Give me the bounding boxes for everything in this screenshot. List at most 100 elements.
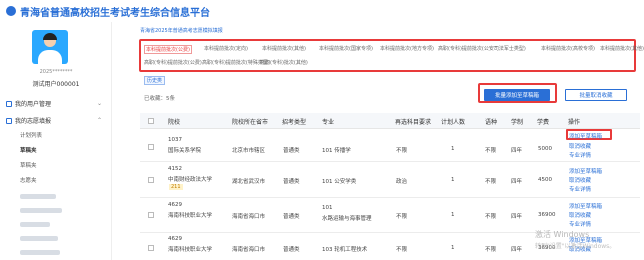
subject-require: 不限 [396,214,408,220]
major-detail-link[interactable]: 专业详情 [569,220,591,228]
major: 103 轮机工程技术 [322,247,368,253]
major: 101 公安学类 [322,179,357,185]
filter-batch-6[interactable]: 高职(专科)提前批次(公安司法军士类型) [438,45,526,52]
row-checkbox[interactable] [148,245,154,251]
add-to-drafts-link[interactable]: 添加至草稿箱 [569,167,602,175]
school-name[interactable]: 海南科技职业大学 [168,211,212,219]
school-location: 北京市市辖区 [232,148,266,154]
col-require: 再选科目要求 [395,119,432,126]
school-code: 1037 [168,137,182,143]
school-location: 海南省海口市 [232,247,266,253]
sidebar-item-blurred[interactable] [20,208,62,213]
fee: 36900 [538,212,556,218]
sidebar-item-blurred[interactable] [20,194,56,199]
subject-require: 不限 [396,148,408,154]
filter-batch-2[interactable]: 本科提前批次(定向) [204,45,248,52]
col-school: 院校 [168,119,181,126]
col-years: 学制 [511,119,524,126]
chevron-up-icon: ⌃ [96,117,102,124]
plan-count: 1 [451,177,455,183]
app-header: 青海省普通高校招生考试考生综合信息平台 [0,0,644,22]
sidebar-item-drafts-2[interactable]: 草稿夹 [20,161,37,169]
school-code: 4629 [168,202,182,208]
filter-batch-7[interactable]: 本科提前批次(高校专项) [541,45,595,52]
nav-my-volunteer[interactable]: 我的志愿填报 ⌃ [6,116,106,125]
nav-my-user[interactable]: 我的用户管理 ⌄ [6,99,106,108]
col-lang: 语种 [485,119,498,126]
school-location: 海南省海口市 [232,214,266,220]
windows-watermark-sub: 转到"设置"以激活Windows。 [535,243,616,250]
enroll-type: 普通类 [283,247,300,253]
filter-batch-5[interactable]: 本科提前批次(地方专项) [380,45,434,52]
major: 101 传播学 [322,148,351,154]
filter-batch-4[interactable]: 本科提前批次(国家专项) [319,45,373,52]
sidebar-item-blurred[interactable] [20,250,60,255]
table-header: 院校 院校所在省市 招考类型 专业 再选科目要求 计划人数 语种 学制 学费 操… [140,113,640,129]
col-fee: 学费 [537,119,550,126]
batch-filter-panel [139,39,636,72]
filter-batch-9[interactable]: 高职(专科)提前批次(公费) [144,59,202,66]
subject-require: 不限 [396,247,408,253]
school-name[interactable]: 国际关系学院 [168,146,201,154]
badge-211: 211 [169,184,183,190]
major-code: 101 [322,205,333,211]
years: 四年 [511,214,523,220]
user-name: 测试用户000001 [32,81,80,88]
tab-history[interactable]: 历史类 [144,76,166,85]
enroll-type: 普通类 [283,179,300,185]
sidebar-item-blurred[interactable] [20,222,50,227]
chevron-down-icon: ⌄ [96,100,102,107]
user-id: 2025******** [39,69,73,75]
school-location: 湖北省武汉市 [232,179,266,185]
add-to-drafts-link[interactable]: 添加至草稿箱 [569,202,602,210]
sidebar-item-drafts[interactable]: 草稿夹 [20,146,37,154]
school-code: 4152 [168,166,182,172]
sidebar-item-blurred[interactable] [20,236,58,241]
enroll-type: 普通类 [283,148,300,154]
language: 不限 [485,179,497,185]
cancel-favorite-link[interactable]: 取消收藏 [569,211,591,219]
major-detail-link[interactable]: 专业详情 [569,185,591,193]
app-title: 青海省普通高校招生考试考生综合信息平台 [20,7,210,19]
batch-add-to-drafts-button[interactable]: 批量添加至草稿箱 [484,89,550,101]
select-all-checkbox[interactable] [148,118,154,124]
major-detail-link[interactable]: 专业详情 [569,151,591,159]
batch-cancel-favorite-button[interactable]: 批量取消收藏 [565,89,627,101]
school-code: 4629 [168,236,182,242]
school-name[interactable]: 海南科技职业大学 [168,245,212,253]
avatar [32,30,68,64]
language: 不限 [485,148,497,154]
user-icon [6,100,12,107]
sidebar: 2025******** 测试用户000001 我的用户管理 ⌄ 我的志愿填报 … [0,22,112,260]
years: 四年 [511,179,523,185]
fee: 4500 [538,177,552,183]
filter-batch-1[interactable]: 本科提前批次(公费) [144,45,192,54]
row-checkbox[interactable] [148,212,154,218]
sidebar-item-favorites[interactable]: 志愿夹 [20,176,37,184]
col-type: 招考类型 [282,119,307,126]
years: 四年 [511,247,523,253]
fee: 5000 [538,146,552,152]
row-checkbox[interactable] [148,144,154,150]
school-name[interactable]: 中南财经政法大学 [168,175,212,183]
col-location: 院校所在省市 [232,119,269,126]
add-to-drafts-link[interactable]: 添加至草稿箱 [569,132,602,140]
filter-batch-11[interactable]: 高职(专科)批次(其他) [260,59,308,66]
col-major: 专业 [322,119,335,126]
years: 四年 [511,148,523,154]
plan-count: 1 [451,146,455,152]
filter-batch-3[interactable]: 本科提前批次(其他) [262,45,306,52]
list-icon [6,117,12,124]
filter-batch-8[interactable]: 本科提前批次(其他) [600,45,644,52]
enroll-type: 普通类 [283,214,300,220]
subject-require: 政治 [396,179,408,185]
language: 不限 [485,214,497,220]
row-checkbox[interactable] [148,177,154,183]
plan-count: 1 [451,212,455,218]
col-ops: 操作 [568,119,581,126]
sidebar-item-plan-list[interactable]: 计划列表 [20,131,42,139]
windows-watermark: 激活 Windows [535,230,590,239]
cancel-favorite-link[interactable]: 取消收藏 [569,176,591,184]
cancel-favorite-link[interactable]: 取消收藏 [569,142,591,150]
row-divider [140,197,640,198]
